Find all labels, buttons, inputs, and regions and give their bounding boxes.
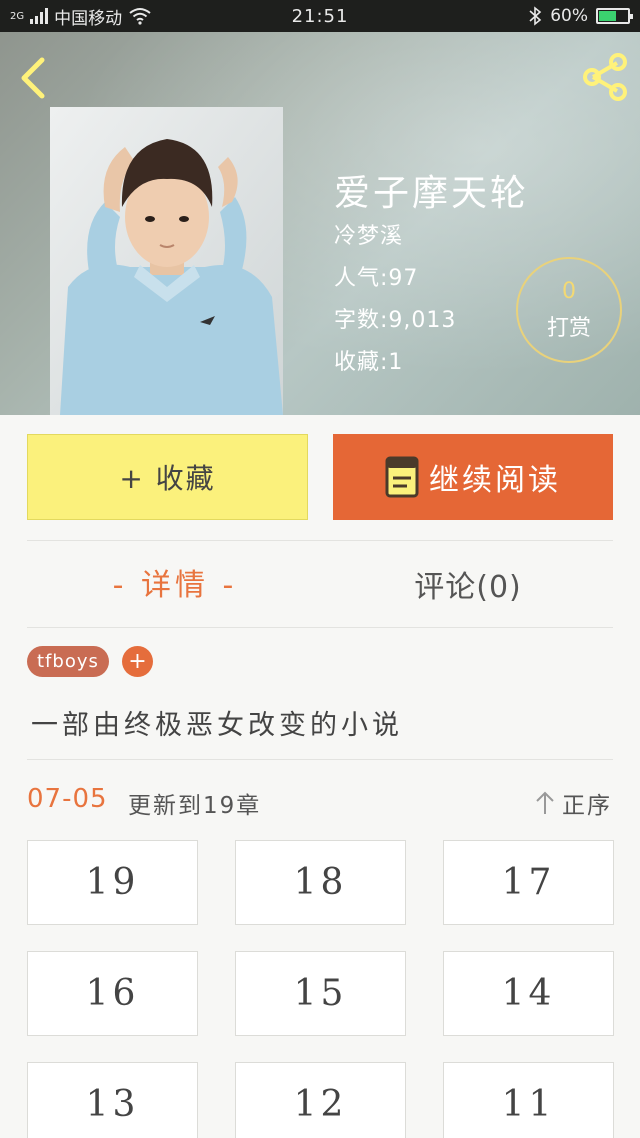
- signal-icon: [30, 8, 49, 24]
- book-title: 爱子摩天轮: [334, 173, 530, 214]
- continue-reading-button[interactable]: 继续阅读: [333, 434, 613, 520]
- arrow-up-icon: [536, 791, 554, 814]
- chapter-cell[interactable]: 11: [443, 1062, 614, 1138]
- carrier-name: 中国移动: [54, 8, 123, 29]
- chapter-cell[interactable]: 17: [443, 840, 614, 925]
- book-word-count: 字数:9,013: [334, 308, 457, 333]
- tag-chip[interactable]: tfboys: [27, 646, 109, 677]
- chapter-grid: 19 18 17 16 15 14 13 12 11: [27, 840, 614, 1138]
- book-favorites: 收藏:1: [334, 350, 404, 375]
- continue-reading-label: 继续阅读: [429, 463, 561, 498]
- book-icon: [385, 456, 419, 498]
- bluetooth-icon: [529, 6, 542, 26]
- book-synopsis: 一部由终极恶女改变的小说: [31, 710, 403, 741]
- battery-icon: [596, 8, 633, 24]
- add-tag-button[interactable]: +: [122, 646, 153, 677]
- wifi-icon: [129, 8, 151, 25]
- reward-count: 0: [562, 278, 576, 304]
- book-popularity: 人气:97: [334, 266, 419, 291]
- battery-percent: 60%: [550, 6, 588, 26]
- chapter-cell[interactable]: 15: [235, 951, 406, 1036]
- update-date: 07-05: [27, 784, 108, 814]
- add-favorite-label: + 收藏: [119, 462, 216, 495]
- sort-label: 正序: [562, 793, 612, 819]
- sort-toggle[interactable]: 正序: [534, 786, 612, 820]
- update-text: 更新到19章: [128, 793, 262, 819]
- status-bar: 2G 中国移动 21:51 60%: [0, 0, 640, 32]
- reward-button[interactable]: 0 打赏: [516, 257, 622, 363]
- back-icon[interactable]: [14, 54, 54, 102]
- tab-comments[interactable]: 评论(0): [398, 562, 538, 606]
- divider: [27, 759, 613, 760]
- share-icon[interactable]: [580, 52, 630, 102]
- chapter-cell[interactable]: 12: [235, 1062, 406, 1138]
- chapter-cell[interactable]: 16: [27, 951, 198, 1036]
- divider: [27, 540, 613, 541]
- chapter-cell[interactable]: 19: [27, 840, 198, 925]
- book-author[interactable]: 冷梦溪: [334, 218, 403, 250]
- book-cover-image: [50, 107, 283, 415]
- tab-detail[interactable]: - 详情 -: [100, 560, 250, 604]
- divider: [27, 627, 613, 628]
- chapter-cell[interactable]: 14: [443, 951, 614, 1036]
- book-header: 爱子摩天轮 冷梦溪 人气:97 字数:9,013 收藏:1 0 打赏: [0, 32, 640, 415]
- chapter-cell[interactable]: 18: [235, 840, 406, 925]
- add-favorite-button[interactable]: + 收藏: [27, 434, 308, 520]
- reward-label: 打赏: [546, 315, 591, 341]
- chapter-cell[interactable]: 13: [27, 1062, 198, 1138]
- network-type: 2G: [10, 10, 25, 22]
